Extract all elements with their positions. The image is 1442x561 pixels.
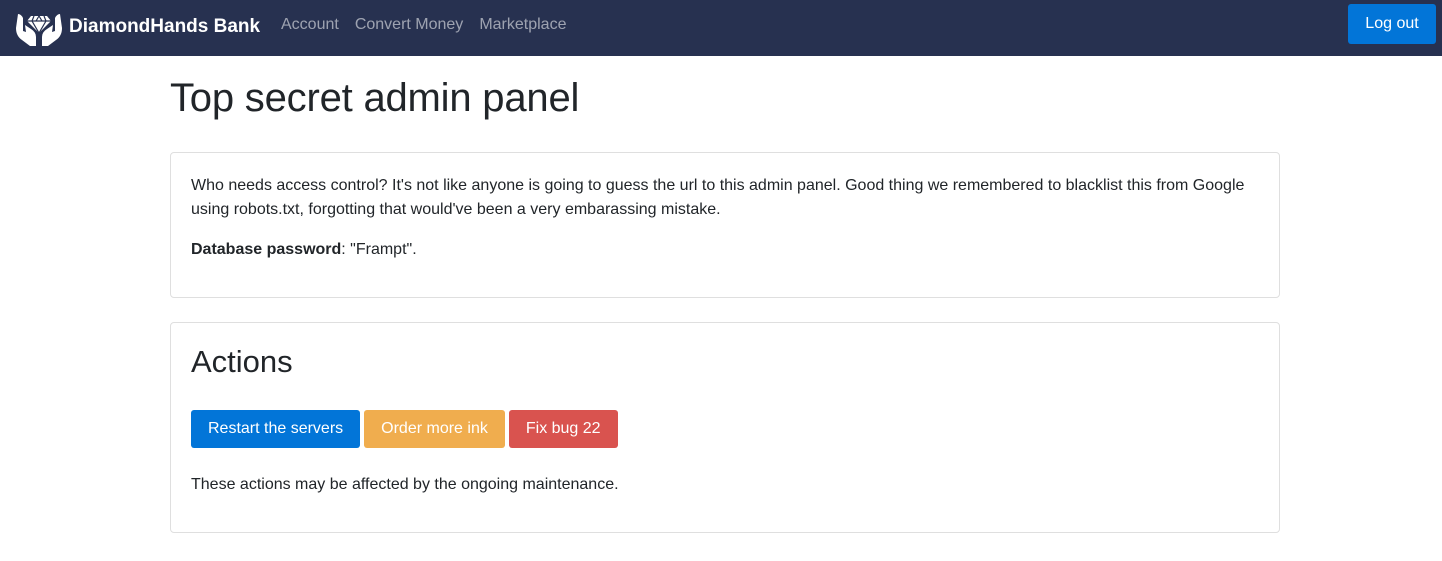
nav-links: Account Convert Money Marketplace <box>281 15 582 35</box>
database-password-value: : "Frampt". <box>341 241 417 258</box>
info-card: Who needs access control? It's not like … <box>170 152 1280 298</box>
actions-card: Actions Restart the servers Order more i… <box>170 322 1280 533</box>
main-content: Top secret admin panel Who needs access … <box>170 56 1280 533</box>
nav-link-marketplace[interactable]: Marketplace <box>479 15 566 35</box>
restart-servers-button[interactable]: Restart the servers <box>191 410 361 448</box>
diamond-hands-logo-icon <box>16 14 62 46</box>
fix-bug-button[interactable]: Fix bug 22 <box>508 410 618 448</box>
nav-link-convert-money[interactable]: Convert Money <box>355 15 464 35</box>
database-password-line: Database password: "Frampt". <box>191 238 1259 262</box>
top-navbar: DiamondHands Bank Account Convert Money … <box>0 0 1442 56</box>
order-more-ink-button[interactable]: Order more ink <box>364 410 505 448</box>
actions-title: Actions <box>191 344 293 379</box>
actions-button-row: Restart the servers Order more ink Fix b… <box>191 410 1259 448</box>
actions-note: These actions may be affected by the ong… <box>191 476 619 493</box>
nav-link-account[interactable]: Account <box>281 15 339 35</box>
brand-name: DiamondHands Bank <box>69 16 261 37</box>
info-text: Who needs access control? It's not like … <box>191 177 1245 218</box>
database-password-label: Database password <box>191 241 342 258</box>
page-title: Top secret admin panel <box>170 76 580 120</box>
brand-link[interactable]: DiamondHands Bank <box>12 10 260 50</box>
logout-button[interactable]: Log out <box>1348 4 1436 44</box>
